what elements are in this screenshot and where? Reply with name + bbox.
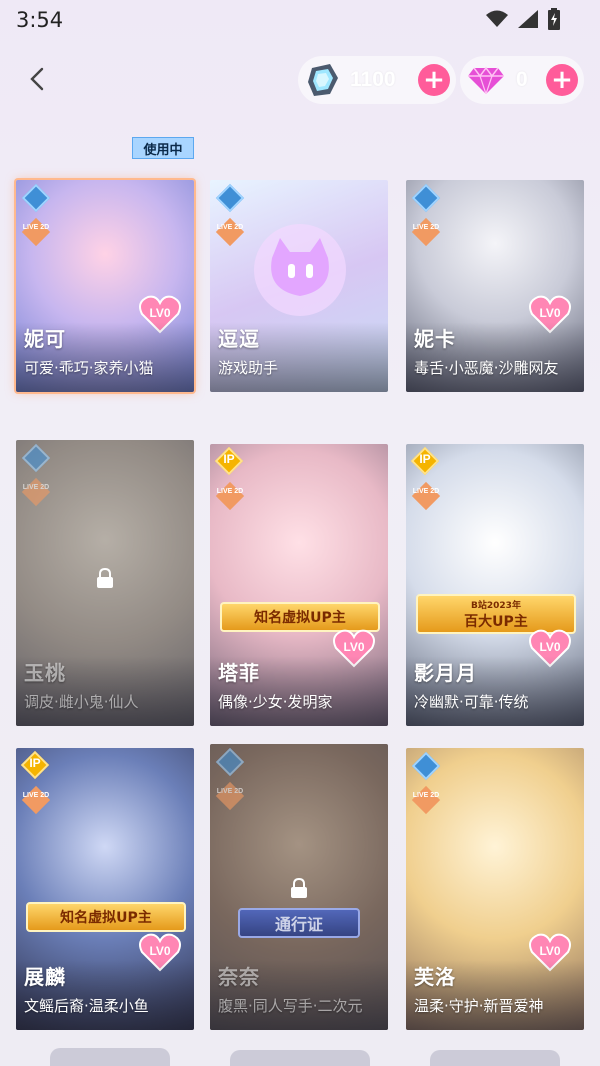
status-time: 3:54 [16, 8, 64, 32]
character-card[interactable]: LIVE 2D LV0 芙洛 温柔·守护·新晋爱神 [406, 748, 584, 1030]
character-name: 奈奈 [218, 965, 260, 989]
crystal-balance: 1100 + [298, 56, 456, 104]
status-bar: 3:54 [0, 0, 600, 40]
status-icons [486, 8, 560, 30]
pink-gem-icon [468, 66, 504, 94]
diamond-badge-icon [215, 747, 245, 777]
live2d-badge: LIVE 2D [215, 481, 245, 511]
ip-badge: IP [214, 446, 244, 476]
character-tags: 调皮·雌小鬼·仙人 [24, 693, 139, 711]
live2d-badge: LIVE 2D [411, 481, 441, 511]
diamond-badge-icon [411, 751, 441, 781]
next-row-card-peek [430, 1050, 560, 1066]
live2d-badge: LIVE 2D [411, 785, 441, 815]
gem-amount: 0 [516, 68, 528, 91]
character-card[interactable]: IP LIVE 2D 知名虚拟UP主 LV0 塔菲 偶像·少女·发明家 [210, 444, 388, 726]
lock-icon [97, 568, 113, 588]
add-gem-button[interactable]: + [546, 64, 578, 96]
character-tags: 冷幽默·可靠·传统 [414, 693, 529, 711]
in-use-tag: 使用中 [132, 137, 194, 159]
character-card[interactable]: IP LIVE 2D 知名虚拟UP主 LV0 展麟 文鳐后裔·温柔小鱼 [16, 748, 194, 1030]
character-card[interactable]: LIVE 2D 逗逗 游戏助手 [210, 180, 388, 392]
character-name: 妮可 [24, 327, 66, 351]
character-tags: 游戏助手 [218, 359, 279, 377]
diamond-badge-icon [411, 183, 441, 213]
live2d-badge: LIVE 2D [21, 477, 51, 507]
pass-ribbon: 通行证 [238, 908, 360, 938]
character-name: 塔菲 [218, 661, 260, 685]
wifi-icon [486, 10, 508, 27]
diamond-badge-icon [215, 183, 245, 213]
doudou-mascot-icon [254, 224, 346, 316]
crystal-amount: 1100 [350, 68, 396, 91]
character-name: 玉桃 [24, 661, 66, 685]
character-name: 妮卡 [414, 327, 456, 351]
top-bar: 1100 + 0 + [0, 52, 600, 108]
signal-icon [518, 10, 538, 28]
add-crystal-button[interactable]: + [418, 64, 450, 96]
chevron-left-icon [30, 67, 44, 91]
character-card[interactable]: LIVE 2D LV0 妮可 可爱·乖巧·家养小猫 [16, 180, 194, 392]
famous-vup-ribbon: 知名虚拟UP主 [26, 902, 186, 932]
character-tags: 可爱·乖巧·家养小猫 [24, 359, 154, 377]
character-card[interactable]: LIVE 2D LV0 妮卡 毒舌·小恶魔·沙雕网友 [406, 180, 584, 392]
next-row-card-peek [50, 1048, 170, 1066]
next-row-card-peek [230, 1050, 370, 1066]
diamond-badge-icon [21, 443, 51, 473]
live2d-badge: LIVE 2D [21, 785, 51, 815]
live2d-badge: LIVE 2D [411, 217, 441, 247]
lock-icon [291, 878, 307, 898]
battery-icon [548, 8, 560, 30]
live2d-badge: LIVE 2D [215, 781, 245, 811]
character-tags: 腹黑·同人写手·二次元 [218, 997, 363, 1015]
plus-icon: + [551, 65, 573, 95]
live2d-badge: LIVE 2D [215, 217, 245, 247]
ip-badge: IP [20, 750, 50, 780]
character-tags: 偶像·少女·发明家 [218, 693, 333, 711]
plus-icon: + [423, 65, 445, 95]
back-button[interactable] [22, 64, 52, 94]
character-tags: 文鳐后裔·温柔小鱼 [24, 997, 149, 1015]
character-card[interactable]: LIVE 2D 通行证 奈奈 腹黑·同人写手·二次元 [210, 744, 388, 1030]
character-tags: 毒舌·小恶魔·沙雕网友 [414, 359, 559, 377]
character-card[interactable]: IP LIVE 2D B站2023年 百大UP主 LV0 影月月 冷幽默·可靠·… [406, 444, 584, 726]
gem-balance: 0 + [460, 56, 584, 104]
diamond-badge-icon [21, 183, 51, 213]
character-name: 芙洛 [414, 965, 456, 989]
ip-badge: IP [410, 446, 440, 476]
character-name: 展麟 [24, 965, 66, 989]
character-tags: 温柔·守护·新晋爱神 [414, 997, 544, 1015]
character-name: 影月月 [414, 661, 477, 685]
live2d-badge: LIVE 2D [21, 217, 51, 247]
crystal-currency-icon [308, 64, 338, 96]
character-card[interactable]: LIVE 2D 玉桃 调皮·雌小鬼·仙人 [16, 440, 194, 726]
character-name: 逗逗 [218, 327, 260, 351]
